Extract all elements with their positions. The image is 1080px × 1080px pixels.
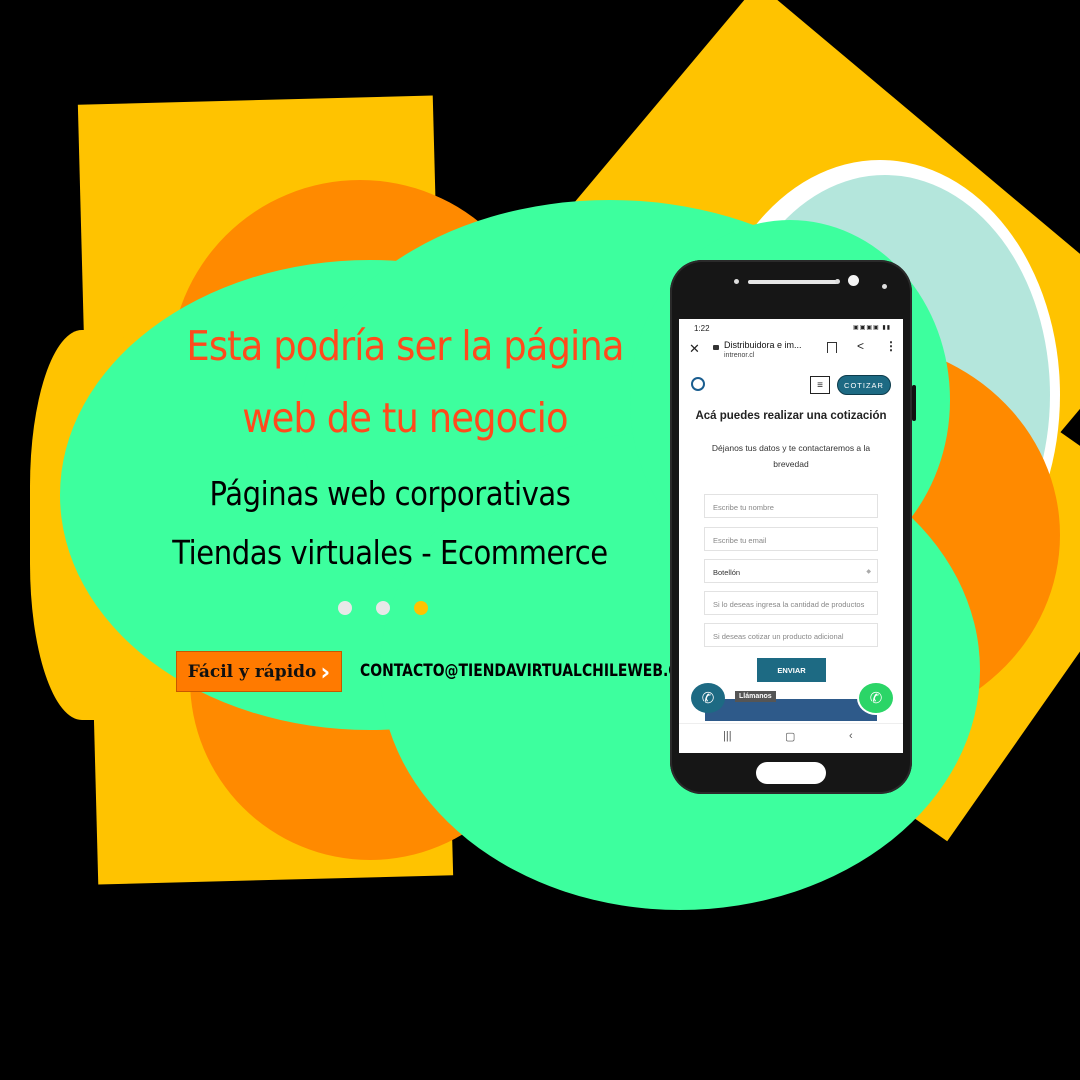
sensor-dot bbox=[734, 279, 739, 284]
home-icon[interactable]: ▢ bbox=[785, 730, 795, 743]
share-icon[interactable]: < bbox=[857, 339, 864, 353]
phone-home-button bbox=[756, 762, 826, 784]
carousel-dot-active[interactable] bbox=[414, 601, 428, 615]
product-select[interactable]: Botellón ◆ bbox=[704, 559, 878, 583]
site-logo[interactable] bbox=[691, 377, 748, 391]
extra-product-input[interactable]: Si deseas cotizar un producto adicional bbox=[704, 623, 878, 647]
more-vertical-icon[interactable]: ⋮ bbox=[885, 339, 897, 353]
status-bar: 1:22 ▣▣▣▣ ▮▮ bbox=[679, 319, 903, 337]
page-title: Distribuidora e im... bbox=[724, 340, 802, 350]
android-nav-bar: ||| ▢ ‹ bbox=[679, 723, 903, 753]
carousel-dot[interactable] bbox=[338, 601, 352, 615]
speaker-grille bbox=[748, 280, 838, 284]
send-button[interactable]: ENVIAR bbox=[757, 658, 826, 682]
easy-fast-button[interactable]: Fácil y rápido › bbox=[176, 651, 342, 692]
product-select-value: Botellón bbox=[713, 568, 741, 577]
headline-line-2: web de tu negocio bbox=[242, 394, 568, 442]
site-header: ≡ COTIZAR bbox=[679, 369, 903, 403]
chevron-down-icon: ◆ bbox=[866, 569, 871, 575]
phone-call-icon[interactable]: ✆ bbox=[691, 683, 725, 713]
whatsapp-icon[interactable]: ✆ bbox=[857, 681, 895, 715]
bookmark-icon[interactable] bbox=[827, 342, 837, 353]
email-input[interactable]: Escribe tu email bbox=[704, 527, 878, 551]
back-icon[interactable]: ‹ bbox=[849, 730, 853, 742]
close-icon[interactable]: ✕ bbox=[689, 341, 700, 357]
carousel-dots bbox=[338, 601, 428, 615]
browser-url-bar: ✕ Distribuidora e im... intrenor.cl < ⋮ bbox=[679, 337, 903, 363]
hamburger-menu-button[interactable]: ≡ bbox=[810, 376, 830, 394]
contact-email[interactable]: CONTACTO@TIENDAVIRTUALCHILEWEB.CL bbox=[360, 661, 687, 681]
subheadline-line-1: Páginas web corporativas bbox=[209, 474, 571, 513]
status-time: 1:22 bbox=[694, 324, 710, 333]
phone-side-button bbox=[912, 385, 916, 421]
sensor-dot bbox=[882, 284, 887, 289]
status-icons: ▣▣▣▣ ▮▮ bbox=[853, 325, 891, 331]
cta-label: Fácil y rápido bbox=[187, 661, 317, 682]
cotizar-button[interactable]: COTIZAR bbox=[837, 375, 891, 395]
call-us-label[interactable]: Llámanos bbox=[735, 691, 776, 702]
ad-canvas: Esta podría ser la página web de tu nego… bbox=[0, 0, 1080, 1080]
form-title: Acá puedes realizar una cotización bbox=[695, 410, 887, 422]
camera-icon bbox=[848, 275, 859, 286]
product-banner-image bbox=[705, 699, 877, 721]
subheadline-line-2: Tiendas virtuales - Ecommerce bbox=[172, 533, 608, 572]
page-domain: intrenor.cl bbox=[724, 352, 755, 359]
headline-line-1: Esta podría ser la página bbox=[186, 322, 624, 370]
menu-icon: ≡ bbox=[817, 379, 823, 391]
recent-apps-icon[interactable]: ||| bbox=[723, 730, 732, 742]
form-subtitle: Déjanos tus datos y te contactaremos a l… bbox=[711, 443, 871, 469]
carousel-dot[interactable] bbox=[376, 601, 390, 615]
chevron-right-icon: › bbox=[320, 657, 331, 686]
sensor-dot bbox=[835, 279, 840, 284]
quantity-input[interactable]: Si lo deseas ingresa la cantidad de prod… bbox=[704, 591, 878, 615]
compass-icon bbox=[691, 377, 705, 391]
lock-icon bbox=[713, 345, 719, 350]
name-input[interactable]: Escribe tu nombre bbox=[704, 494, 878, 518]
